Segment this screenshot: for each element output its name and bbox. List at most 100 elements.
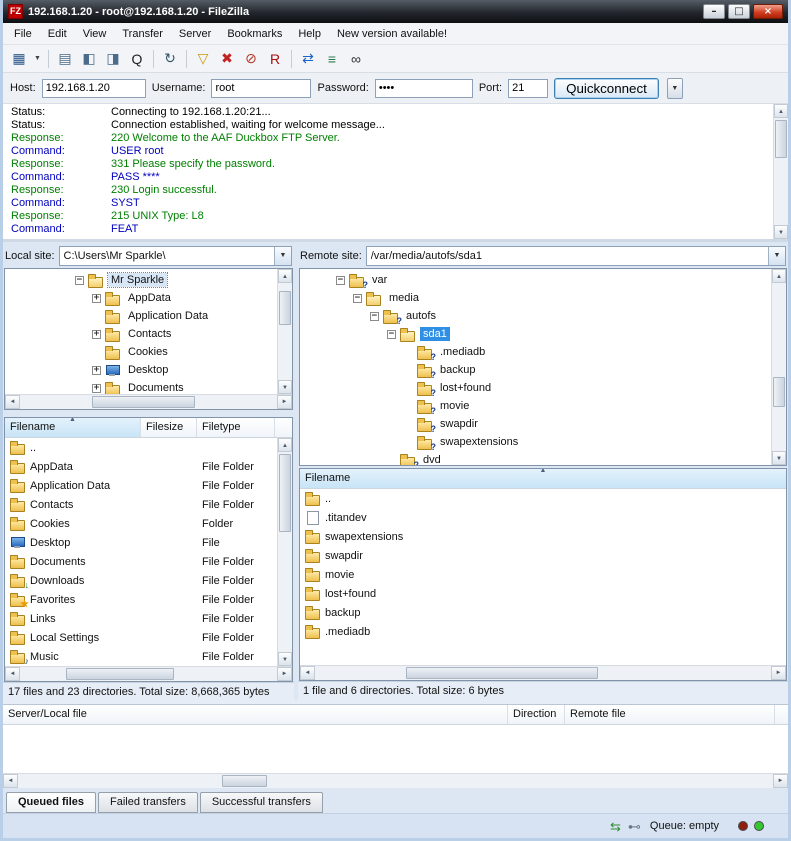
maximize-button[interactable]: □ xyxy=(728,4,750,19)
green-arrows-icon[interactable]: ⇆ xyxy=(610,820,621,833)
local-tree-toggle-button[interactable]: ◧ xyxy=(77,48,101,70)
scroll-track[interactable] xyxy=(772,283,786,451)
minimize-button[interactable]: – xyxy=(703,4,725,19)
remote-tree-toggle-button[interactable]: ◨ xyxy=(101,48,125,70)
remote-file-list[interactable]: Filename▲ ...titandevswapextensionsswapd… xyxy=(299,468,787,681)
tree-item-autofs[interactable]: −?autofs xyxy=(302,307,770,325)
site-manager-dropdown-icon[interactable]: ▼ xyxy=(31,48,44,70)
scroll-thumb[interactable] xyxy=(279,454,291,532)
column-header-filesize[interactable]: Filesize xyxy=(141,418,197,437)
file-row-lost-found[interactable]: lost+found xyxy=(300,584,786,603)
tree-item-dvd[interactable]: ?dvd xyxy=(302,451,770,465)
port-input[interactable] xyxy=(508,79,548,98)
tree-item-mediadb[interactable]: ?.mediadb xyxy=(302,343,770,361)
scroll-thumb[interactable] xyxy=(775,120,787,158)
menu-item-new-version-available[interactable]: New version available! xyxy=(329,25,455,43)
scroll-left-arrow[interactable]: ◄ xyxy=(5,395,20,409)
file-row-favorites[interactable]: ★FavoritesFile Folder xyxy=(5,590,277,609)
tree-item-contacts[interactable]: +Contacts xyxy=(7,325,276,343)
file-row-application-data[interactable]: Application DataFile Folder xyxy=(5,476,277,495)
local-site-combobox[interactable]: C:\Users\Mr Sparkle\ ▼ xyxy=(59,246,292,266)
menu-item-file[interactable]: File xyxy=(6,25,40,43)
scroll-up-arrow[interactable]: ▲ xyxy=(772,269,786,283)
tree-item-mr-sparkle[interactable]: −Mr Sparkle xyxy=(7,271,276,289)
tree-item-swapextensions[interactable]: ?swapextensions xyxy=(302,433,770,451)
file-row-documents[interactable]: DocumentsFile Folder xyxy=(5,552,277,571)
menu-item-help[interactable]: Help xyxy=(290,25,329,43)
password-input[interactable] xyxy=(375,79,473,98)
refresh-button[interactable]: ↻ xyxy=(158,48,182,70)
file-row-item[interactable]: .. xyxy=(5,438,277,457)
remote-site-combobox[interactable]: /var/media/autofs/sda1 ▼ xyxy=(366,246,786,266)
scroll-right-arrow[interactable]: ► xyxy=(771,666,786,680)
scroll-thumb[interactable] xyxy=(279,291,291,325)
tree-item-lost-found[interactable]: ?lost+found xyxy=(302,379,770,397)
file-row-cookies[interactable]: CookiesFolder xyxy=(5,514,277,533)
menu-item-server[interactable]: Server xyxy=(171,25,219,43)
find-files-button[interactable]: ∞ xyxy=(344,48,368,70)
local-file-list[interactable]: Filename▲FilesizeFiletype ▲ ▼ ..AppDataF… xyxy=(4,417,293,682)
remote-directory-tree[interactable]: −?var−media−?autofs−sda1?.mediadb?backup… xyxy=(299,268,787,466)
quickconnect-dropdown-button[interactable]: ▼ xyxy=(667,78,683,99)
scroll-thumb[interactable] xyxy=(66,668,174,680)
remote-site-dropdown-icon[interactable]: ▼ xyxy=(768,247,785,265)
file-row-backup[interactable]: backup xyxy=(300,603,786,622)
scroll-right-arrow[interactable]: ► xyxy=(773,774,788,788)
scroll-track[interactable] xyxy=(20,395,277,409)
scroll-track[interactable] xyxy=(774,118,788,225)
tree-expander-minus[interactable]: − xyxy=(75,276,84,285)
disconnect-button[interactable]: ⊘ xyxy=(239,48,263,70)
local-list-horizontal-scrollbar[interactable]: ◄ ► xyxy=(5,666,292,681)
scroll-track[interactable] xyxy=(18,774,773,788)
column-header-filename[interactable]: Filename▲ xyxy=(300,469,787,488)
tree-expander-plus[interactable]: + xyxy=(92,384,101,393)
file-row-contacts[interactable]: ContactsFile Folder xyxy=(5,495,277,514)
scroll-track[interactable] xyxy=(20,667,277,681)
filter-button[interactable]: ▽ xyxy=(191,48,215,70)
host-input[interactable] xyxy=(42,79,146,98)
tab-failed-transfers[interactable]: Failed transfers xyxy=(98,792,198,813)
file-row-titandev[interactable]: .titandev xyxy=(300,508,786,527)
scroll-track[interactable] xyxy=(278,452,292,652)
cancel-button[interactable]: ✖ xyxy=(215,48,239,70)
directory-comparison-button[interactable]: ≡ xyxy=(320,48,344,70)
queue-horizontal-scrollbar[interactable]: ◄ ► xyxy=(3,773,788,788)
tree-item-cookies[interactable]: Cookies xyxy=(7,343,276,361)
tab-queued-files[interactable]: Queued files xyxy=(6,792,96,813)
scroll-down-arrow[interactable]: ▼ xyxy=(278,380,292,394)
tree-item-sda1[interactable]: −sda1 xyxy=(302,325,770,343)
scroll-down-arrow[interactable]: ▼ xyxy=(774,225,788,239)
file-row-swapdir[interactable]: swapdir xyxy=(300,546,786,565)
scroll-left-arrow[interactable]: ◄ xyxy=(5,667,20,681)
scroll-up-arrow[interactable]: ▲ xyxy=(774,104,788,118)
message-log[interactable]: Status:Connecting to 192.168.1.20:21...S… xyxy=(3,104,788,242)
file-row-downloads[interactable]: ↓DownloadsFile Folder xyxy=(5,571,277,590)
tab-successful-transfers[interactable]: Successful transfers xyxy=(200,792,323,813)
scroll-up-arrow[interactable]: ▲ xyxy=(278,438,292,452)
tree-item-var[interactable]: −?var xyxy=(302,271,770,289)
tree-item-desktop[interactable]: +Desktop xyxy=(7,361,276,379)
local-directory-tree[interactable]: −Mr Sparkle+AppDataApplication Data+Cont… xyxy=(4,268,293,410)
transfer-queue[interactable]: Server/Local fileDirectionRemote file ◄ … xyxy=(3,704,788,788)
tree-item-swapdir[interactable]: ?swapdir xyxy=(302,415,770,433)
tree-item-backup[interactable]: ?backup xyxy=(302,361,770,379)
tree-expander-plus[interactable]: + xyxy=(92,330,101,339)
column-header-remote-file[interactable]: Remote file xyxy=(565,705,775,724)
scroll-thumb[interactable] xyxy=(92,396,195,408)
scroll-track[interactable] xyxy=(315,666,771,680)
local-tree-horizontal-scrollbar[interactable]: ◄ ► xyxy=(5,394,292,409)
quickconnect-button[interactable]: Quickconnect xyxy=(554,78,659,99)
tree-expander-plus[interactable]: + xyxy=(92,294,101,303)
scroll-left-arrow[interactable]: ◄ xyxy=(300,666,315,680)
remote-tree-vertical-scrollbar[interactable]: ▲ ▼ xyxy=(771,269,786,465)
scroll-up-arrow[interactable]: ▲ xyxy=(278,269,292,283)
file-row-item[interactable]: .. xyxy=(300,489,786,508)
message-log-toggle-button[interactable]: ▤ xyxy=(53,48,77,70)
tree-expander-minus[interactable]: − xyxy=(336,276,345,285)
local-tree-vertical-scrollbar[interactable]: ▲ ▼ xyxy=(277,269,292,394)
sync-browsing-button[interactable]: ⇄ xyxy=(296,48,320,70)
scroll-down-arrow[interactable]: ▼ xyxy=(772,451,786,465)
tree-item-media[interactable]: −media xyxy=(302,289,770,307)
tree-expander-plus[interactable]: + xyxy=(92,366,101,375)
reconnect-button[interactable]: R xyxy=(263,48,287,70)
